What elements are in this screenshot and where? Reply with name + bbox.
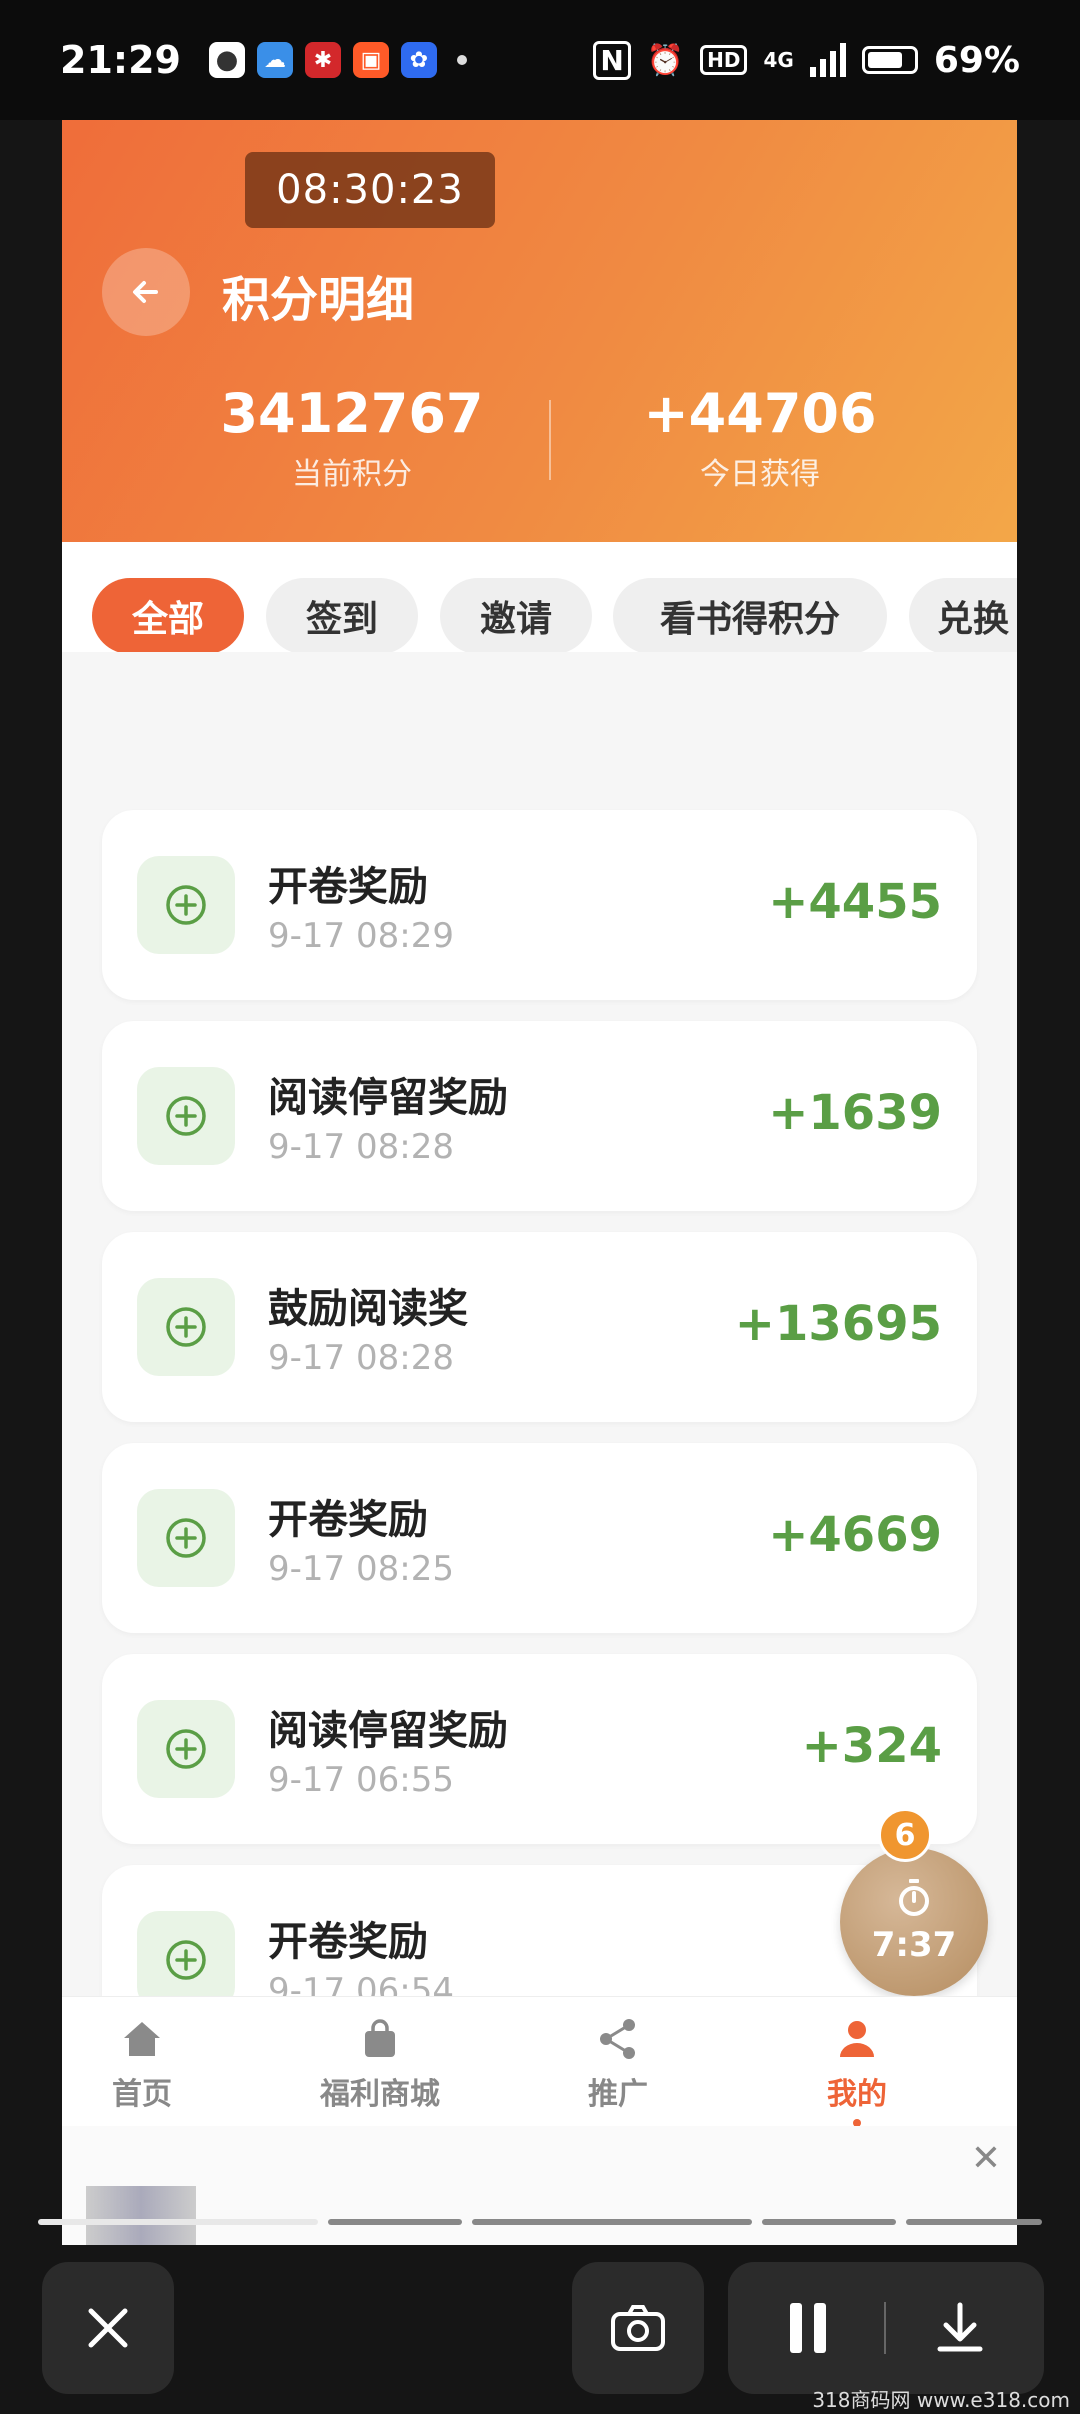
timer-button[interactable]: 7:37 (840, 1848, 988, 1996)
close-icon (88, 2308, 128, 2348)
session-timer: 08:30:23 (245, 152, 495, 228)
tab-exchange[interactable]: 兑换 (909, 578, 1017, 652)
record-time: 9-17 08:28 (268, 1338, 454, 1378)
nav-mine-label: 我的 (827, 2077, 887, 2112)
hd-badge: HD (700, 45, 748, 75)
timer-count-badge: 6 (878, 1808, 932, 1862)
nav-mall-label: 福利商城 (320, 2077, 440, 2112)
watermark: 318商码网 www.e318.com (812, 2388, 1070, 2412)
current-points-label: 当前积分 (292, 457, 412, 492)
list-item[interactable]: 阅读停留奖励 9-17 08:28 +1639 (102, 1021, 977, 1211)
progress-segment (472, 2219, 752, 2225)
plus-circle-icon (137, 1911, 235, 2009)
status-time: 21:29 (60, 38, 181, 82)
download-icon (937, 2302, 983, 2352)
download-button[interactable] (920, 2262, 1000, 2394)
record-amount: +4455 (768, 874, 942, 930)
record-title: 开卷奖励 (268, 1919, 428, 1965)
weather-icon: ☁ (256, 42, 293, 78)
user-icon (840, 2021, 874, 2057)
nav-promote[interactable]: 推广 (518, 2017, 718, 2113)
home-icon (124, 2022, 160, 2056)
current-points: 3412767 当前积分 (142, 382, 562, 493)
record-title: 开卷奖励 (268, 864, 428, 910)
battery-icon (861, 46, 918, 74)
nav-home[interactable]: 首页 (62, 2017, 242, 2113)
taobao-icon: ✱ (304, 42, 341, 78)
share-icon (600, 2019, 635, 2059)
back-button[interactable] (102, 248, 190, 336)
progress-segment (762, 2219, 896, 2225)
record-title: 鼓励阅读奖 (268, 1286, 468, 1332)
screenshot-button[interactable] (572, 2262, 704, 2394)
more-notifications-icon (456, 55, 467, 65)
status-bar: 21:29 ● ☁ ✱ ▣ ✿ N ⏰ HD 4G 69% (0, 0, 1080, 120)
xiaohongshu-icon: ▣ (352, 42, 389, 78)
tab-reading-points[interactable]: 看书得积分 (613, 578, 887, 652)
shopping-bag-icon (365, 2019, 395, 2057)
nfc-icon: N (593, 40, 631, 80)
plus-circle-icon (137, 1278, 235, 1376)
list-item[interactable]: 开卷奖励 9-17 08:25 +4669 (102, 1443, 977, 1633)
nav-mall[interactable]: 福利商城 (280, 2017, 480, 2113)
battery-percent: 69% (933, 39, 1020, 81)
progress-segment (38, 2219, 318, 2225)
control-divider (884, 2302, 886, 2354)
alarm-icon: ⏰ (646, 42, 685, 78)
record-title: 阅读停留奖励 (268, 1075, 508, 1121)
network-label: 4G (763, 48, 794, 72)
baidu-icon: ✿ (400, 42, 437, 78)
record-title: 开卷奖励 (268, 1497, 428, 1543)
today-points-value: +44706 (643, 382, 877, 445)
close-recording-button[interactable] (42, 2262, 174, 2394)
today-points-label: 今日获得 (700, 457, 820, 492)
today-points: +44706 今日获得 (550, 382, 970, 493)
stopwatch-icon (899, 1879, 929, 1916)
tab-all[interactable]: 全部 (92, 578, 244, 652)
record-time: 9-17 08:28 (268, 1127, 454, 1167)
record-time: 9-17 06:55 (268, 1760, 454, 1800)
wechat-icon: ● (208, 42, 245, 78)
plus-circle-icon (137, 1489, 235, 1587)
pause-button[interactable] (768, 2262, 848, 2394)
record-amount: +324 (801, 1718, 942, 1774)
tab-checkin[interactable]: 签到 (266, 578, 418, 652)
bottom-nav: 首页 福利商城 推广 我的 (62, 1996, 1017, 2127)
record-amount: +1639 (768, 1085, 942, 1141)
points-header: 08:30:23 积分明细 3412767 当前积分 +44706 今日获得 (62, 120, 1017, 542)
progress-segment (328, 2219, 462, 2225)
back-arrow-icon (133, 281, 158, 303)
app-window: 08:30:23 积分明细 3412767 当前积分 +44706 今日获得 全… (62, 120, 1017, 2245)
record-amount: +4669 (768, 1507, 942, 1563)
record-amount: +13695 (734, 1296, 942, 1352)
list-item[interactable]: 鼓励阅读奖 9-17 08:28 +13695 (102, 1232, 977, 1422)
record-time: 9-17 08:25 (268, 1549, 454, 1589)
signal-icon (809, 43, 846, 77)
filter-tabs: 全部 签到 邀请 看书得积分 兑换 (62, 542, 1017, 652)
close-icon[interactable]: ✕ (971, 2138, 1001, 2179)
ad-thumbnail (86, 2186, 196, 2245)
nav-mine[interactable]: 我的 (757, 2017, 957, 2127)
pause-icon (790, 2303, 826, 2353)
tab-invite[interactable]: 邀请 (440, 578, 592, 652)
record-title: 阅读停留奖励 (268, 1708, 508, 1754)
progress-segment (906, 2219, 1042, 2225)
timer-value: 7:37 (871, 1925, 957, 1965)
list-item[interactable]: 开卷奖励 9-17 08:29 +4455 (102, 810, 977, 1000)
current-points-value: 3412767 (220, 382, 484, 445)
page-title: 积分明细 (222, 272, 415, 328)
recording-controls-group (728, 2262, 1044, 2394)
plus-circle-icon (137, 1067, 235, 1165)
notification-icons: ● ☁ ✱ ▣ ✿ (208, 42, 467, 78)
camera-icon (611, 2305, 665, 2351)
nav-promote-label: 推广 (588, 2077, 648, 2112)
nav-home-label: 首页 (112, 2077, 172, 2112)
status-right: N ⏰ HD 4G 69% (593, 40, 1020, 81)
ad-banner[interactable]: ✕ (62, 2126, 1017, 2245)
plus-circle-icon (137, 856, 235, 954)
record-time: 9-17 08:29 (268, 916, 454, 956)
floating-reading-timer[interactable]: 7:37 6 (830, 1808, 1000, 1996)
plus-circle-icon (137, 1700, 235, 1798)
